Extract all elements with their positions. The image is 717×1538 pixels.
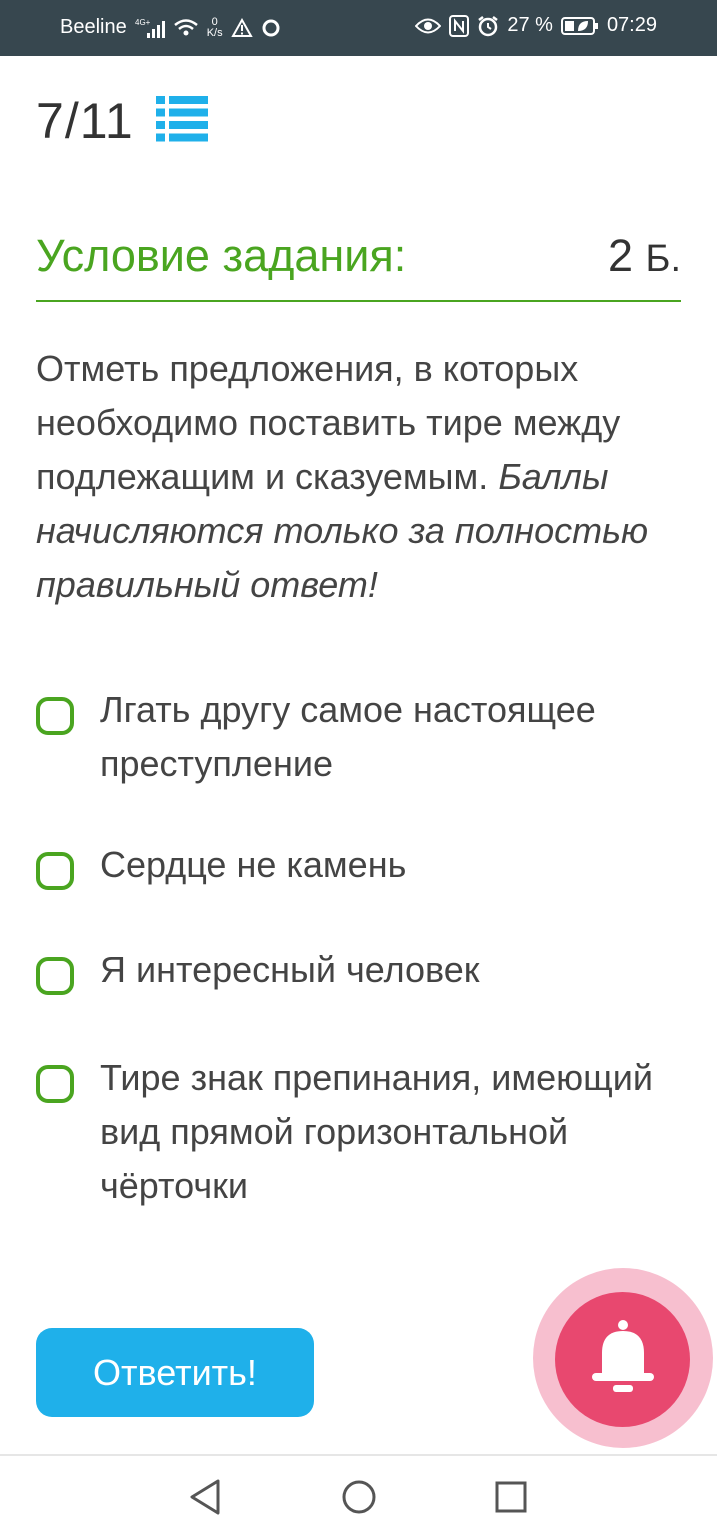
question-progress: 7/11 [36, 92, 208, 150]
carrier-name: Beeline [60, 16, 127, 38]
battery-icon [560, 16, 599, 36]
notification-button[interactable] [555, 1292, 690, 1427]
nfc-icon [449, 14, 470, 37]
data-rate: 0 K/s [206, 16, 223, 39]
bell-icon [588, 1315, 658, 1404]
progress-counter: 7/11 [36, 92, 134, 150]
option-label: Тире знак препинания, имеющий вид прямой… [100, 1057, 653, 1206]
battery-percent: 27 % [507, 14, 553, 36]
progress-current: 7 [36, 93, 65, 149]
chat-bubble-icon [261, 18, 281, 38]
clock: 07:29 [606, 14, 657, 36]
question-text: Отметь предложения, в которых необходимо… [36, 342, 686, 612]
answer-button[interactable]: Ответить! [36, 1328, 314, 1417]
checkbox[interactable] [36, 957, 74, 995]
svg-text:4G+: 4G+ [135, 18, 151, 27]
progress-total: 11 [79, 93, 134, 149]
warning-icon [230, 17, 253, 38]
alarm-icon [477, 15, 499, 37]
signal-icon: 4G+ [135, 17, 165, 39]
eye-icon [415, 17, 442, 35]
wifi-icon [173, 18, 199, 38]
points-unit: Б. [645, 238, 682, 280]
list-icon[interactable] [155, 95, 208, 147]
points-value: 2 [607, 230, 633, 281]
option-label: Сердце не камень [100, 844, 407, 885]
data-rate-unit: K/s [206, 26, 223, 39]
back-icon[interactable] [188, 1478, 222, 1521]
system-navigation-bar [0, 1454, 717, 1538]
task-condition-header: Условие задания: 2 Б. [36, 226, 681, 302]
checkbox[interactable] [36, 697, 74, 735]
option-label: Лгать другу самое настоящее преступление [100, 689, 596, 784]
checkbox[interactable] [36, 852, 74, 890]
option-label: Я интересный человек [100, 949, 480, 990]
points-badge: 2 Б. [608, 230, 681, 282]
progress-separator: / [64, 93, 80, 149]
checkbox[interactable] [36, 1065, 74, 1103]
section-title: Условие задания: [36, 230, 407, 281]
home-icon[interactable] [341, 1478, 377, 1521]
status-bar: Beeline 4G+ 0 K/s 27 % 07:29 [0, 0, 717, 56]
recents-icon[interactable] [494, 1478, 528, 1521]
